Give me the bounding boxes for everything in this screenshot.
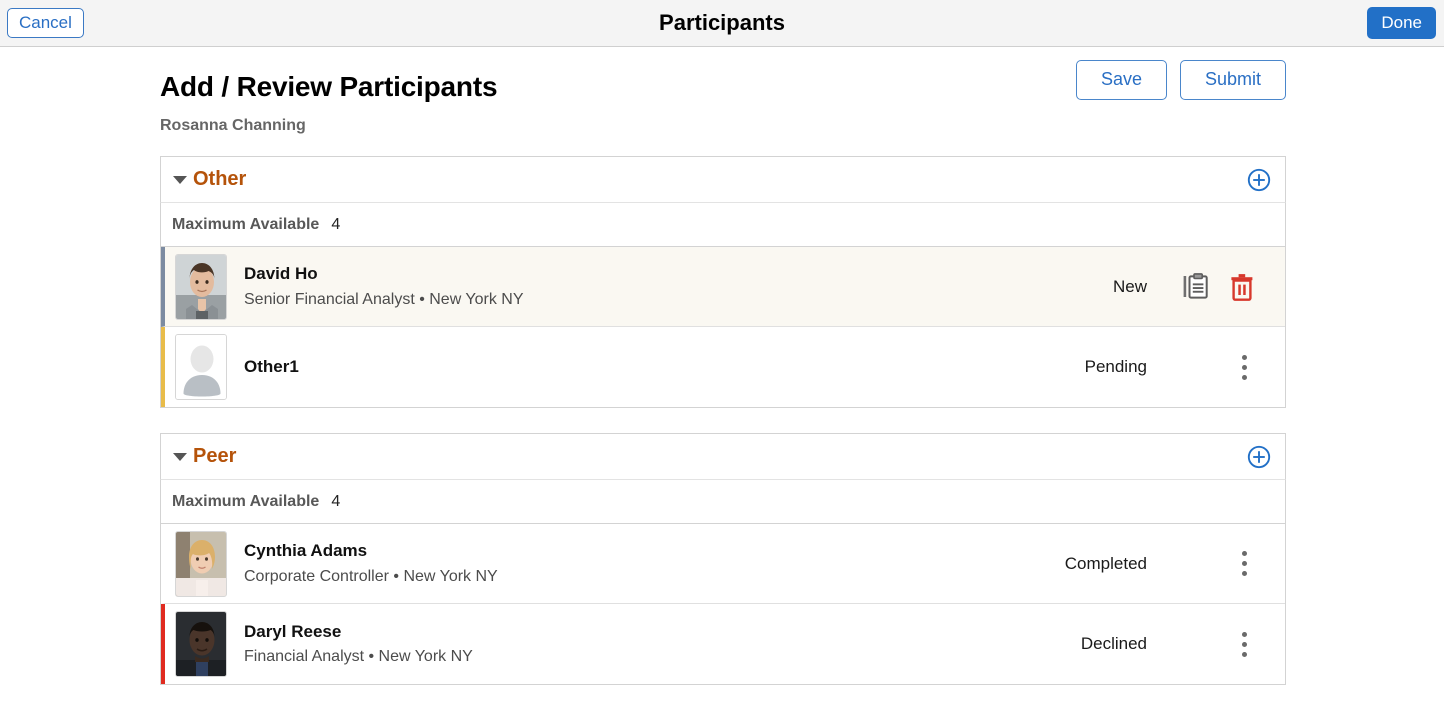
participant-info: Daryl Reese Financial Analyst • New York … [244,621,473,667]
participant-meta: Senior Financial Analyst • New York NY [244,290,524,310]
participant-groups: Other Maximum Available 4 David Ho Senior Fi… [0,156,1444,685]
cancel-button[interactable]: Cancel [7,8,84,38]
form-actions: Save Submit [1076,60,1286,100]
status-label: Pending [1085,357,1165,377]
avatar [175,611,227,677]
participant-list: Cynthia Adams Corporate Controller • New … [160,524,1286,685]
participant-info: Other1 [244,356,299,377]
group-header: Other [160,156,1286,202]
avatar [175,334,227,400]
more-options-icon[interactable] [1233,630,1255,658]
top-app-bar: Cancel Participants Done [0,0,1444,47]
participant-name: Cynthia Adams [244,540,498,561]
participant-group: Peer Maximum Available 4 Cynthia Adams Corpo… [160,433,1286,685]
maximum-available-label: Maximum Available [172,216,319,234]
participant-row[interactable]: Other1 Pending [161,327,1285,407]
add-circle-icon[interactable] [1247,445,1271,469]
avatar [175,531,227,597]
participant-row[interactable]: Cynthia Adams Corporate Controller • New … [161,524,1285,604]
avatar [175,254,227,320]
participant-info: David Ho Senior Financial Analyst • New Y… [244,263,524,309]
group-title[interactable]: Peer [193,445,236,468]
notes-icon[interactable] [1183,273,1209,301]
status-label: Declined [1081,634,1165,654]
participant-meta: Corporate Controller • New York NY [244,567,498,587]
add-circle-icon[interactable] [1247,168,1271,192]
participant-info: Cynthia Adams Corporate Controller • New … [244,540,498,586]
done-button[interactable]: Done [1367,7,1436,39]
delete-icon[interactable] [1229,273,1255,301]
save-button[interactable]: Save [1076,60,1167,100]
maximum-available-row: Maximum Available 4 [160,479,1286,524]
more-options-icon[interactable] [1233,353,1255,381]
status-label: Completed [1065,554,1165,574]
caret-down-icon[interactable] [173,453,187,461]
submit-button[interactable]: Submit [1180,60,1286,100]
maximum-available-row: Maximum Available 4 [160,202,1286,247]
participant-name: Daryl Reese [244,621,473,642]
participant-meta: Financial Analyst • New York NY [244,647,473,667]
subject-name: Rosanna Channing [160,117,1444,135]
row-actions [1165,630,1285,658]
group-header: Peer [160,433,1286,479]
row-actions [1165,353,1285,381]
status-label: New [1113,277,1165,297]
caret-down-icon[interactable] [173,176,187,184]
participant-row[interactable]: David Ho Senior Financial Analyst • New Y… [161,247,1285,327]
participant-group: Other Maximum Available 4 David Ho Senior Fi… [160,156,1286,408]
maximum-available-label: Maximum Available [172,493,319,511]
participant-name: David Ho [244,263,524,284]
maximum-available-value: 4 [331,493,340,511]
page-header-title: Participants [0,10,1444,36]
participant-row[interactable]: Daryl Reese Financial Analyst • New York … [161,604,1285,684]
participant-name: Other1 [244,356,299,377]
row-actions [1165,273,1285,301]
row-actions [1165,550,1285,578]
participant-list: David Ho Senior Financial Analyst • New Y… [160,247,1286,408]
page-content: Save Submit Add / Review Participants Ro… [0,47,1444,685]
more-options-icon[interactable] [1233,550,1255,578]
maximum-available-value: 4 [331,216,340,234]
group-title[interactable]: Other [193,168,246,191]
